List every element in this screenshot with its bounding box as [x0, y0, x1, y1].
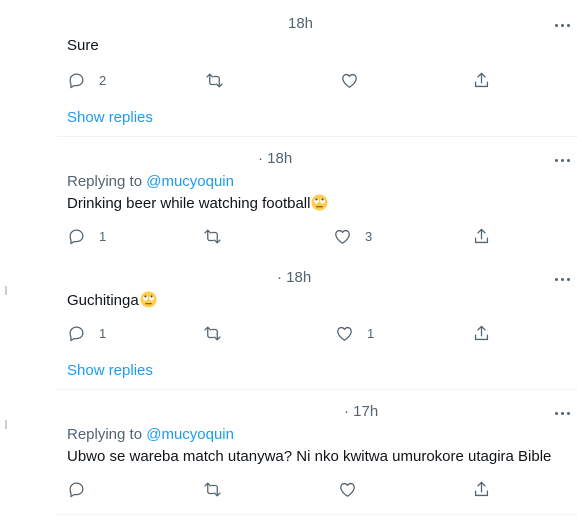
- more-icon: [554, 277, 558, 281]
- tweet-text-line: Guchitinga: [67, 291, 157, 309]
- replying-to-handle[interactable]: @mucyoquin: [146, 426, 234, 443]
- reply-icon: [69, 482, 84, 497]
- tweet-actions: 2: [57, 69, 577, 91]
- show-replies-link[interactable]: Show replies: [67, 109, 153, 126]
- more-icon: [554, 411, 558, 415]
- thread-marker: [5, 420, 7, 429]
- like-button[interactable]: [340, 69, 372, 91]
- reply-button[interactable]: 1: [67, 322, 106, 344]
- face-with-rolling-eyes-emoji: [140, 291, 157, 308]
- reply-icon: [69, 229, 84, 244]
- heart-icon: [335, 229, 350, 244]
- replying-to: Replying to @mucyoquin: [67, 173, 234, 190]
- share-icon: [474, 481, 489, 496]
- tweet-actions: 1 1: [57, 322, 577, 344]
- tweet-time[interactable]: · 18h: [277, 269, 311, 286]
- redacted-author-name: [61, 6, 283, 36]
- tweet-3[interactable]: · 18h Guchitinga 1 1 Show replies: [57, 260, 577, 389]
- replies-panel: 18h Sure 2 Show replies · 18h Replying t…: [57, 0, 577, 523]
- share-button[interactable]: [472, 322, 491, 344]
- more-options-button[interactable]: [551, 272, 573, 286]
- retweet-icon: [204, 326, 221, 340]
- more-options-button[interactable]: [551, 153, 573, 167]
- more-options-button[interactable]: [551, 18, 573, 32]
- reply-icon: [69, 73, 84, 88]
- replying-to: Replying to @mucyoquin: [67, 426, 234, 443]
- replying-to-handle[interactable]: @mucyoquin: [146, 173, 234, 190]
- left-gutter: [0, 0, 62, 523]
- tweet-1[interactable]: 18h Sure 2 Show replies: [57, 0, 577, 136]
- face-with-rolling-eyes-emoji: [311, 194, 328, 211]
- reply-count: 2: [99, 72, 107, 88]
- tweet-text-line: Drinking beer while watching football: [67, 194, 328, 212]
- share-icon: [474, 228, 489, 243]
- retweet-button[interactable]: [203, 478, 235, 500]
- reply-button[interactable]: 1: [67, 225, 106, 247]
- more-options-button[interactable]: [551, 406, 573, 420]
- tweet-time[interactable]: · 18h: [258, 150, 292, 167]
- share-icon: [474, 72, 489, 87]
- thread-marker: [5, 286, 7, 295]
- show-replies-link[interactable]: Show replies: [67, 362, 153, 379]
- tweet-4[interactable]: · 17h Replying to @mucyoquin Ubwo se war…: [57, 390, 577, 523]
- share-button[interactable]: [472, 225, 491, 247]
- retweet-icon: [204, 229, 221, 243]
- like-button[interactable]: [338, 478, 370, 500]
- tweet-text: Sure: [67, 37, 99, 54]
- like-count: 1: [367, 325, 375, 341]
- replying-to-label: Replying to: [67, 173, 147, 190]
- tweet-actions: 1 3: [57, 225, 577, 247]
- heart-icon: [340, 482, 355, 497]
- divider: [57, 514, 577, 515]
- tweet-actions: [57, 478, 577, 500]
- more-icon: [554, 23, 558, 27]
- retweet-icon: [204, 482, 221, 496]
- tweet-text: Guchitinga: [67, 292, 139, 309]
- reply-icon: [69, 326, 84, 341]
- retweet-button[interactable]: [203, 322, 235, 344]
- reply-button[interactable]: 2: [67, 69, 106, 91]
- reply-count: 1: [99, 325, 107, 341]
- tweet-time[interactable]: 18h: [288, 15, 313, 32]
- retweet-button[interactable]: [203, 225, 235, 247]
- retweet-button[interactable]: [205, 69, 237, 91]
- heart-icon: [337, 326, 352, 341]
- like-button[interactable]: 3: [333, 225, 372, 247]
- share-button[interactable]: [472, 69, 491, 91]
- tweet-text: Ubwo se wareba match utanywa? Ni nko kwi…: [67, 448, 552, 465]
- replying-to-label: Replying to: [67, 426, 147, 443]
- tweet-time[interactable]: · 17h: [344, 403, 378, 420]
- like-count: 3: [365, 228, 373, 244]
- tweet-2[interactable]: · 18h Replying to @mucyoquin Drinking be…: [57, 137, 577, 260]
- share-icon: [474, 325, 489, 340]
- share-button[interactable]: [472, 478, 491, 500]
- heart-icon: [342, 73, 357, 88]
- tweet-text: Drinking beer while watching football: [67, 195, 311, 212]
- reply-button[interactable]: [67, 478, 99, 500]
- like-button[interactable]: 1: [335, 322, 374, 344]
- retweet-icon: [206, 73, 223, 87]
- more-icon: [554, 158, 558, 162]
- reply-count: 1: [99, 228, 107, 244]
